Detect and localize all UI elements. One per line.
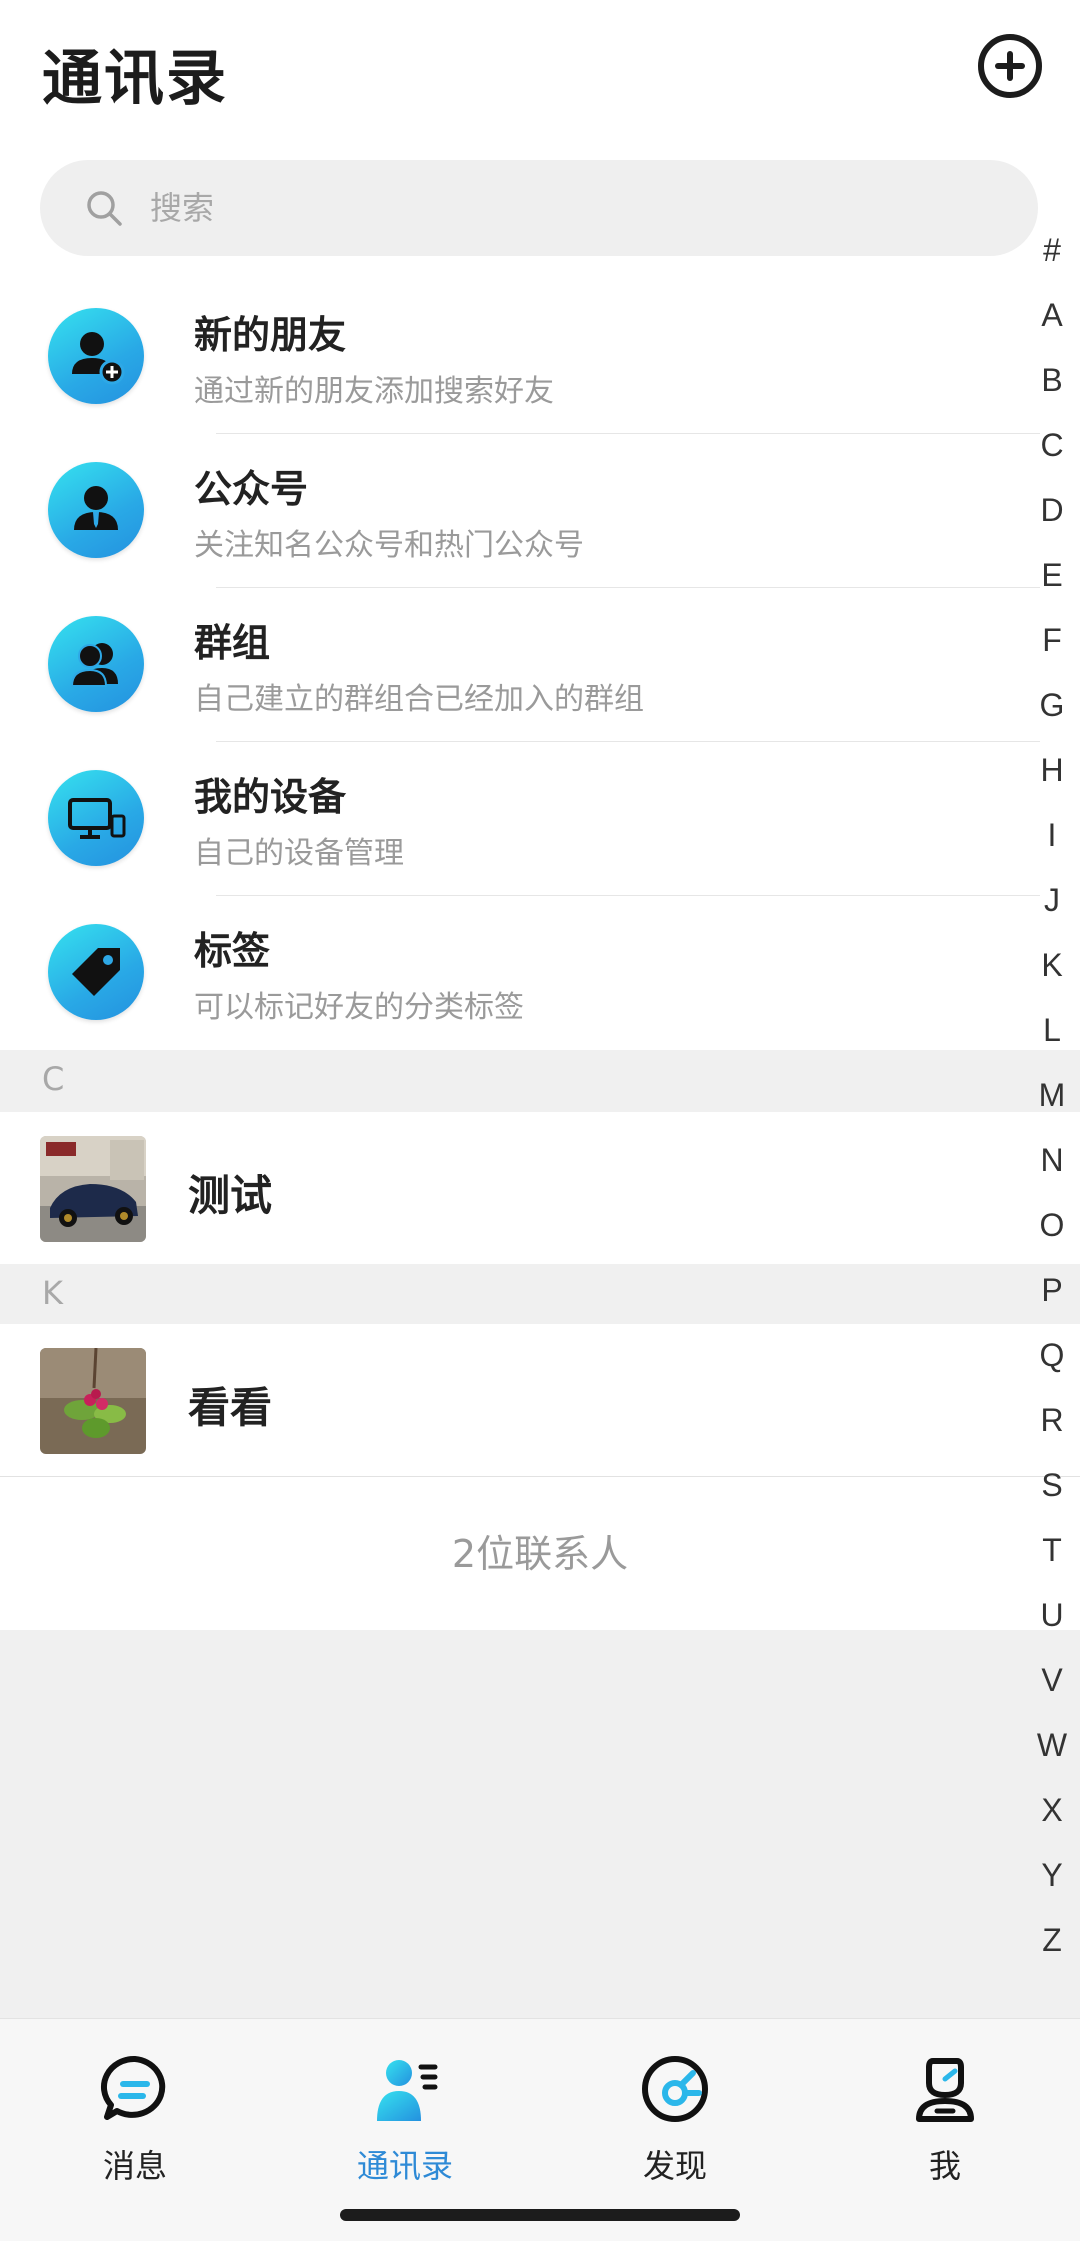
index-letter[interactable]: J — [1030, 868, 1074, 933]
function-item-groups[interactable]: 群组 自己建立的群组合已经加入的群组 — [0, 588, 1080, 742]
contact-item[interactable]: 测试 — [0, 1112, 1080, 1266]
index-letter[interactable]: N — [1030, 1128, 1074, 1193]
function-list: 新的朋友 通过新的朋友添加搜索好友 公众号 关注知名公众号和热门公众号 群组 自… — [0, 280, 1080, 1050]
index-letter[interactable]: F — [1030, 608, 1074, 673]
tab-contacts[interactable]: 通讯录 — [305, 2019, 505, 2209]
index-letter[interactable]: E — [1030, 543, 1074, 608]
section-header: C — [0, 1050, 1080, 1112]
index-letter[interactable]: B — [1030, 348, 1074, 413]
index-letter[interactable]: O — [1030, 1193, 1074, 1258]
function-item-my-devices[interactable]: 我的设备 自己的设备管理 — [0, 742, 1080, 896]
discover-icon — [642, 2056, 708, 2122]
function-title: 新的朋友 — [194, 313, 347, 357]
index-letter[interactable]: U — [1030, 1583, 1074, 1648]
tab-label: 我 — [928, 2147, 961, 2185]
index-letter[interactable]: X — [1030, 1778, 1074, 1843]
section-letter: C — [42, 1060, 65, 1098]
avatar — [40, 1136, 146, 1242]
section-letter: K — [42, 1274, 63, 1312]
contact-count-row: 2位联系人 — [0, 1476, 1080, 1630]
function-subtitle: 可以标记好友的分类标签 — [194, 990, 524, 1025]
contact-count: 2位联系人 — [451, 1532, 629, 1576]
official-account-icon — [48, 462, 144, 558]
page-title: 通讯录 — [42, 44, 228, 114]
index-letter[interactable]: R — [1030, 1388, 1074, 1453]
function-subtitle: 关注知名公众号和热门公众号 — [194, 528, 584, 563]
contact-item[interactable]: 看看 — [0, 1324, 1080, 1478]
function-item-official-accounts[interactable]: 公众号 关注知名公众号和热门公众号 — [0, 434, 1080, 588]
chat-icon — [100, 2055, 166, 2120]
index-letter[interactable]: T — [1030, 1518, 1074, 1583]
index-letter[interactable]: W — [1030, 1713, 1074, 1778]
function-item-new-friends[interactable]: 新的朋友 通过新的朋友添加搜索好友 — [0, 280, 1080, 434]
search-container — [0, 150, 1080, 280]
tab-label: 发现 — [642, 2147, 707, 2185]
index-letter[interactable]: P — [1030, 1258, 1074, 1323]
index-letter[interactable]: A — [1030, 283, 1074, 348]
search-icon — [87, 191, 122, 226]
add-friend-icon — [48, 308, 144, 404]
tab-messages[interactable]: 消息 — [35, 2019, 235, 2209]
tab-discover[interactable]: 发现 — [575, 2019, 775, 2209]
function-subtitle: 自己的设备管理 — [194, 836, 404, 871]
index-letter[interactable]: H — [1030, 738, 1074, 803]
search-bar[interactable] — [40, 160, 1038, 256]
home-indicator[interactable] — [340, 2209, 740, 2221]
contacts-icon — [377, 2060, 438, 2121]
contact-name: 测试 — [188, 1171, 273, 1220]
avatar — [40, 1348, 146, 1454]
header: 通讯录 — [0, 0, 1080, 150]
function-subtitle: 自己建立的群组合已经加入的群组 — [194, 682, 644, 717]
index-letter[interactable]: G — [1030, 673, 1074, 738]
index-letter[interactable]: K — [1030, 933, 1074, 998]
function-title: 群组 — [194, 621, 271, 665]
index-letter[interactable]: C — [1030, 413, 1074, 478]
index-letter[interactable]: D — [1030, 478, 1074, 543]
add-circle-icon[interactable] — [978, 34, 1042, 98]
function-title: 公众号 — [194, 467, 309, 511]
index-letter[interactable]: S — [1030, 1453, 1074, 1518]
device-icon — [48, 770, 144, 866]
index-letter[interactable]: I — [1030, 803, 1074, 868]
group-icon — [48, 616, 144, 712]
function-subtitle: 通过新的朋友添加搜索好友 — [194, 374, 554, 409]
index-letter[interactable]: M — [1030, 1063, 1074, 1128]
function-title: 标签 — [194, 929, 271, 973]
index-letter[interactable]: Y — [1030, 1843, 1074, 1908]
contact-name: 看看 — [188, 1383, 273, 1432]
function-item-tags[interactable]: 标签 可以标记好友的分类标签 — [0, 896, 1080, 1050]
function-title: 我的设备 — [194, 775, 347, 819]
index-letter[interactable]: Q — [1030, 1323, 1074, 1388]
bottom-tab-bar: 消息 通讯录 发现 我 — [0, 2018, 1080, 2241]
tab-me[interactable]: 我 — [845, 2019, 1045, 2209]
contacts-screen: 通讯录 新的朋友 通过新的朋友添加搜索好友 — [0, 0, 1080, 2241]
tab-label: 通讯录 — [356, 2147, 453, 2185]
tag-icon — [48, 924, 144, 1020]
section-header: K — [0, 1264, 1080, 1326]
alphabet-index[interactable]: # A B C D E F G H I J K L M N O P Q R S … — [1030, 218, 1074, 1973]
profile-icon — [916, 2058, 974, 2122]
index-letter[interactable]: V — [1030, 1648, 1074, 1713]
index-letter[interactable]: # — [1030, 218, 1074, 283]
index-letter[interactable]: Z — [1030, 1908, 1074, 1973]
search-input[interactable] — [150, 160, 950, 256]
tab-label: 消息 — [102, 2147, 167, 2185]
index-letter[interactable]: L — [1030, 998, 1074, 1063]
